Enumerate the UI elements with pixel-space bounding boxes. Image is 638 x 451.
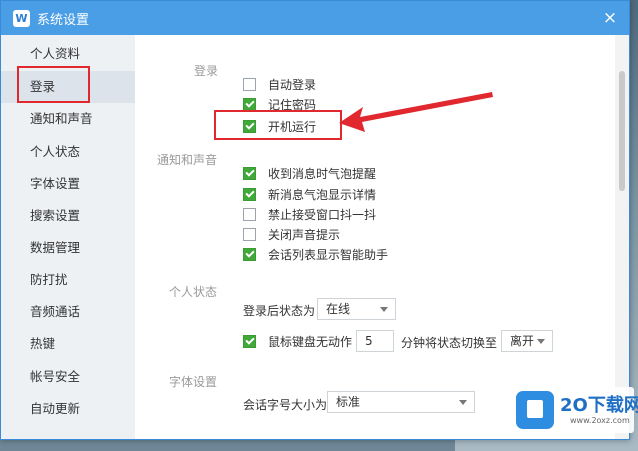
scroll-thumb[interactable]: [619, 71, 625, 191]
sidebar-item-notify[interactable]: 通知和声音: [1, 103, 135, 135]
option-label: 鼠标键盘无动作: [268, 334, 353, 349]
font-size-select[interactable]: 标准: [327, 391, 475, 413]
idle-suffix-label: 分钟将状态切换至: [401, 336, 498, 350]
checkbox-checked-icon: [243, 247, 256, 261]
checkbox-icon: [243, 207, 256, 221]
select-value: 标准: [336, 395, 361, 409]
watermark-url: www.2oxz.com: [570, 416, 630, 425]
option-label: 禁止接受窗口抖一抖: [268, 207, 377, 222]
sidebar-item-status[interactable]: 个人状态: [1, 136, 135, 168]
watermark-brand: 2O下载网: [560, 395, 638, 416]
section-title-notify: 通知和声音: [157, 153, 218, 167]
auto-login-checkbox[interactable]: 自动登录: [243, 75, 316, 93]
sidebar-item-call[interactable]: 音频通话: [1, 296, 135, 328]
chevron-down-icon: [537, 339, 545, 344]
section-title-login: 登录: [194, 64, 219, 78]
select-value: 在线: [326, 302, 351, 316]
checkbox-checked-icon: [243, 166, 256, 180]
option-label: 自动登录: [268, 77, 317, 92]
after-login-status-select[interactable]: 在线: [317, 298, 396, 320]
smart-assistant-checkbox[interactable]: 会话列表显示智能助手: [243, 245, 388, 263]
settings-window: W 系统设置 × 个人资料 登录 通知和声音 个人状态 字体设置 搜索设置 数据…: [0, 0, 630, 440]
bubble-reminder-checkbox[interactable]: 收到消息时气泡提醒: [243, 164, 376, 182]
checkbox-checked-icon: [243, 97, 256, 111]
sidebar-item-hotkey[interactable]: 热键: [1, 328, 135, 360]
font-size-label: 会话字号大小为: [243, 398, 328, 412]
checkbox-icon: [243, 227, 256, 241]
idle-status-select[interactable]: 离开: [501, 330, 553, 352]
option-label: 会话列表显示智能助手: [268, 247, 389, 262]
content-scrollbar[interactable]: [615, 35, 629, 439]
idle-minutes-input[interactable]: 5: [356, 330, 394, 352]
close-icon[interactable]: ×: [599, 7, 621, 29]
highlight-startup-option: [214, 110, 342, 140]
app-logo-icon: W: [13, 10, 30, 27]
section-title-status: 个人状态: [169, 285, 218, 299]
window-title: 系统设置: [37, 13, 90, 28]
sidebar-item-data[interactable]: 数据管理: [1, 232, 135, 264]
checkbox-checked-icon: [243, 334, 256, 348]
option-label: 收到消息时气泡提醒: [268, 166, 377, 181]
box-logo-icon: [516, 391, 554, 429]
idle-switch-checkbox[interactable]: 鼠标键盘无动作: [243, 332, 352, 350]
section-title-font: 字体设置: [169, 375, 218, 389]
after-login-label: 登录后状态为: [243, 304, 316, 318]
bubble-details-checkbox[interactable]: 新消息气泡显示详情: [243, 185, 376, 203]
annotation-arrow-icon: [339, 92, 493, 132]
sidebar-item-search[interactable]: 搜索设置: [1, 200, 135, 232]
checkbox-icon: [243, 77, 256, 91]
title-bar: W 系统设置 ×: [1, 1, 629, 35]
chevron-down-icon: [380, 307, 388, 312]
checkbox-checked-icon: [243, 187, 256, 201]
sidebar-item-security[interactable]: 帐号安全: [1, 361, 135, 393]
select-value: 离开: [510, 334, 535, 348]
sidebar-item-dnd[interactable]: 防打扰: [1, 264, 135, 296]
no-shake-checkbox[interactable]: 禁止接受窗口抖一抖: [243, 205, 376, 223]
sidebar-item-update[interactable]: 自动更新: [1, 393, 135, 425]
mute-sound-checkbox[interactable]: 关闭声音提示: [243, 225, 340, 243]
chevron-down-icon: [459, 400, 467, 405]
watermark: 2O下载网 www.2oxz.com: [512, 387, 638, 433]
option-label: 新消息气泡显示详情: [268, 187, 377, 202]
highlight-login-tab: [17, 66, 90, 103]
option-label: 关闭声音提示: [268, 227, 341, 242]
sidebar-item-font[interactable]: 字体设置: [1, 168, 135, 200]
